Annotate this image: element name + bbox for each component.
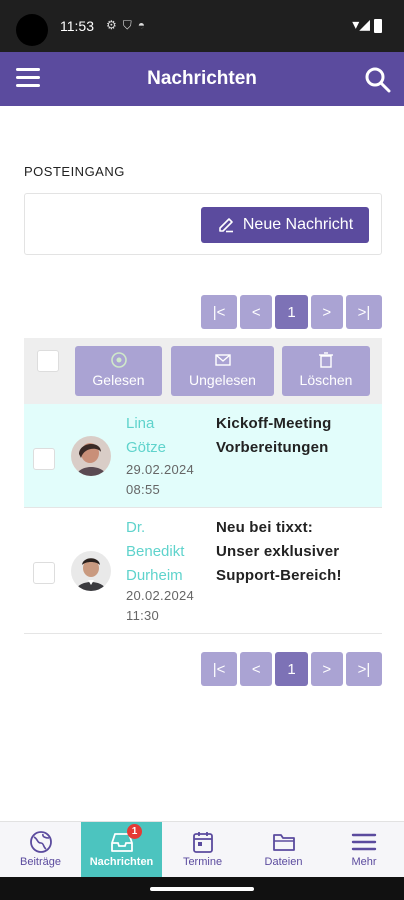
message-subject-line2[interactable]: Vorbereitungen	[216, 436, 329, 460]
globe-icon	[29, 831, 52, 853]
sender-name-last[interactable]: Götze	[126, 436, 166, 460]
envelope-icon	[171, 351, 274, 371]
nav-item-termine[interactable]: Termine	[162, 822, 243, 878]
trash-icon	[282, 351, 370, 371]
current-page-button[interactable]: 1	[275, 295, 308, 329]
app-bar: Nachrichten	[0, 52, 404, 106]
message-row[interactable]: Dr. Benedikt Durheim 20.02.2024 11:30 Ne…	[24, 508, 382, 634]
mark-read-button[interactable]: Gelesen	[75, 346, 162, 396]
delete-button[interactable]: Löschen	[282, 346, 370, 396]
current-page-button[interactable]: 1	[275, 652, 308, 686]
status-notification-icons: ⚙⛉◓	[106, 18, 152, 32]
delete-label: Löschen	[299, 372, 353, 388]
eye-icon	[75, 351, 162, 371]
battery-icon	[374, 19, 382, 33]
message-row[interactable]: Lina Götze 29.02.2024 08:55 Kickoff-Meet…	[24, 404, 382, 508]
folder-icon	[272, 834, 295, 851]
page-title: Nachrichten	[147, 68, 257, 89]
new-message-label: Neue Nachricht	[242, 216, 354, 233]
sender-title[interactable]: Dr.	[126, 516, 145, 540]
message-date: 29.02.2024	[126, 462, 195, 477]
prev-page-button[interactable]: <	[240, 652, 273, 686]
nav-label-termine: Termine	[182, 856, 223, 868]
last-page-button[interactable]: >|	[345, 295, 382, 329]
nav-label-beitraege: Beiträge	[20, 856, 61, 868]
home-indicator[interactable]	[150, 887, 254, 891]
sender-name-first[interactable]: Lina	[126, 412, 154, 436]
unread-badge: 1	[127, 824, 142, 839]
message-date: 20.02.2024	[126, 588, 195, 603]
first-page-button[interactable]: |<	[201, 295, 238, 329]
last-page-button[interactable]: >|	[345, 652, 382, 686]
message-subject-line1[interactable]: Kickoff-Meeting	[216, 412, 332, 436]
nav-item-nachrichten[interactable]: 1 Nachrichten	[81, 822, 162, 878]
menu-icon	[351, 833, 377, 851]
camera-cutout	[16, 14, 48, 46]
nav-label-mehr: Mehr	[351, 856, 377, 868]
nav-item-dateien[interactable]: Dateien	[243, 822, 324, 878]
message-subject-line3[interactable]: Support-Bereich!	[216, 564, 342, 588]
mark-unread-button[interactable]: Ungelesen	[171, 346, 274, 396]
next-page-button[interactable]: >	[310, 295, 343, 329]
avatar	[71, 551, 111, 591]
next-page-button[interactable]: >	[310, 652, 343, 686]
pagination-bottom: |< < 1 > >|	[201, 652, 382, 686]
message-subject-line2[interactable]: Unser exklusiver	[216, 540, 339, 564]
pagination-top: |< < 1 > >|	[201, 295, 382, 329]
system-nav-bar	[0, 877, 404, 900]
message-subject-line1[interactable]: Neu bei tixxt:	[216, 516, 313, 540]
nav-label-nachrichten: Nachrichten	[89, 856, 154, 868]
row-checkbox[interactable]	[33, 448, 55, 470]
bottom-nav: Beiträge 1 Nachrichten Termine Dateien M…	[0, 821, 404, 878]
nav-item-beitraege[interactable]: Beiträge	[0, 822, 81, 878]
section-label: POSTEINGANG	[24, 164, 125, 179]
row-checkbox[interactable]	[33, 562, 55, 584]
mark-unread-label: Ungelesen	[189, 372, 256, 388]
message-time: 11:30	[126, 608, 160, 623]
sender-name-first[interactable]: Benedikt	[126, 540, 184, 564]
first-page-button[interactable]: |<	[201, 652, 238, 686]
new-message-button[interactable]: Neue Nachricht	[201, 207, 369, 243]
status-time: 11:53	[60, 18, 94, 34]
sender-name-last[interactable]: Durheim	[126, 564, 183, 588]
search-icon[interactable]	[364, 66, 392, 94]
select-all-checkbox[interactable]	[37, 350, 59, 372]
status-bar: 11:53 ⚙⛉◓ ▾◢	[0, 0, 404, 52]
calendar-icon	[192, 832, 213, 853]
prev-page-button[interactable]: <	[240, 295, 273, 329]
pen-icon	[219, 218, 233, 233]
nav-item-mehr[interactable]: Mehr	[324, 822, 404, 878]
message-time: 08:55	[126, 482, 161, 497]
nav-label-dateien: Dateien	[264, 856, 303, 868]
mark-read-label: Gelesen	[92, 372, 145, 388]
compose-card: Neue Nachricht	[24, 193, 382, 255]
avatar	[71, 436, 111, 476]
wifi-signal-icon: ▾◢	[352, 16, 370, 32]
list-header: Gelesen Ungelesen Löschen	[24, 338, 382, 404]
